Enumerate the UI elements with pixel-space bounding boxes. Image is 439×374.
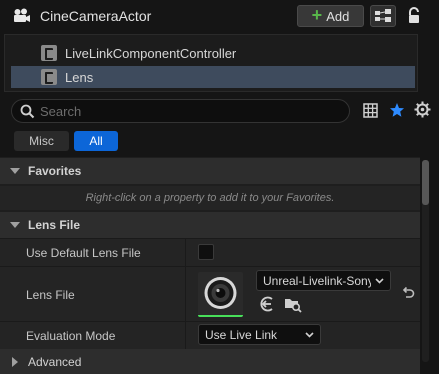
add-button-label: Add: [326, 8, 350, 24]
chevron-down-icon: [305, 332, 314, 338]
property-matrix-icon[interactable]: [363, 103, 378, 118]
lens-asset-thumbnail[interactable]: [198, 272, 243, 317]
property-label: Use Default Lens File: [26, 246, 141, 260]
lock-icon[interactable]: [406, 7, 422, 25]
property-label: Lens File: [26, 288, 75, 302]
search-input[interactable]: [40, 103, 340, 119]
reset-to-default-icon[interactable]: [401, 286, 415, 300]
expand-arrow-icon: [10, 168, 20, 174]
actor-name: CineCameraActor: [40, 8, 152, 24]
category-label: Favorites: [28, 164, 82, 178]
category-favorites[interactable]: Favorites: [0, 158, 420, 184]
evaluation-mode-dropdown[interactable]: Use Live Link: [198, 324, 321, 345]
settings-gear-icon[interactable]: [414, 101, 431, 118]
property-label: Evaluation Mode: [26, 329, 116, 343]
chevron-down-icon: [375, 278, 384, 284]
add-component-button[interactable]: + Add: [297, 5, 364, 27]
camera-actor-icon: [14, 8, 30, 22]
component-item-lens[interactable]: Lens: [11, 66, 415, 88]
category-label: Advanced: [28, 354, 82, 369]
component-icon: [41, 45, 57, 61]
favorites-hint: Right-click on a property to add it to y…: [0, 186, 420, 210]
component-label: Lens: [65, 69, 94, 85]
favorite-star-icon[interactable]: [389, 102, 405, 118]
collapsed-arrow-icon: [12, 356, 18, 367]
blueprint-button[interactable]: [370, 5, 396, 27]
component-item-livelink-controller[interactable]: LiveLinkComponentController: [11, 42, 415, 64]
category-label: Lens File: [28, 218, 81, 232]
details-scrollbar[interactable]: [422, 160, 429, 362]
lens-icon: [204, 277, 237, 309]
scrollbar-thumb[interactable]: [422, 160, 429, 205]
use-default-lens-file-checkbox[interactable]: [198, 244, 214, 260]
column-divider: [185, 322, 186, 349]
evaluation-mode-value: Use Live Link: [205, 327, 278, 342]
plus-icon: +: [311, 5, 323, 25]
filter-misc-button[interactable]: Misc: [14, 131, 69, 151]
details-header: CineCameraActor + Add: [0, 0, 439, 34]
use-selected-asset-icon[interactable]: [259, 296, 275, 312]
search-icon: [20, 104, 35, 119]
lens-file-value: Unreal-Livelink-Sony: [263, 273, 371, 288]
component-icon: [41, 69, 57, 85]
column-divider: [185, 239, 186, 266]
category-lens-file[interactable]: Lens File: [0, 212, 420, 238]
browse-to-asset-icon[interactable]: [284, 295, 302, 313]
filter-all-button[interactable]: All: [74, 131, 118, 151]
category-advanced[interactable]: Advanced: [0, 349, 420, 374]
blueprint-hierarchy-icon: [375, 9, 391, 22]
search-bar: [11, 99, 350, 123]
expand-arrow-icon: [10, 222, 20, 228]
column-divider: [185, 267, 186, 321]
component-label: LiveLinkComponentController: [65, 45, 237, 61]
component-tree: LiveLinkComponentController Lens: [4, 34, 418, 92]
lens-file-dropdown[interactable]: Unreal-Livelink-Sony: [256, 270, 391, 291]
